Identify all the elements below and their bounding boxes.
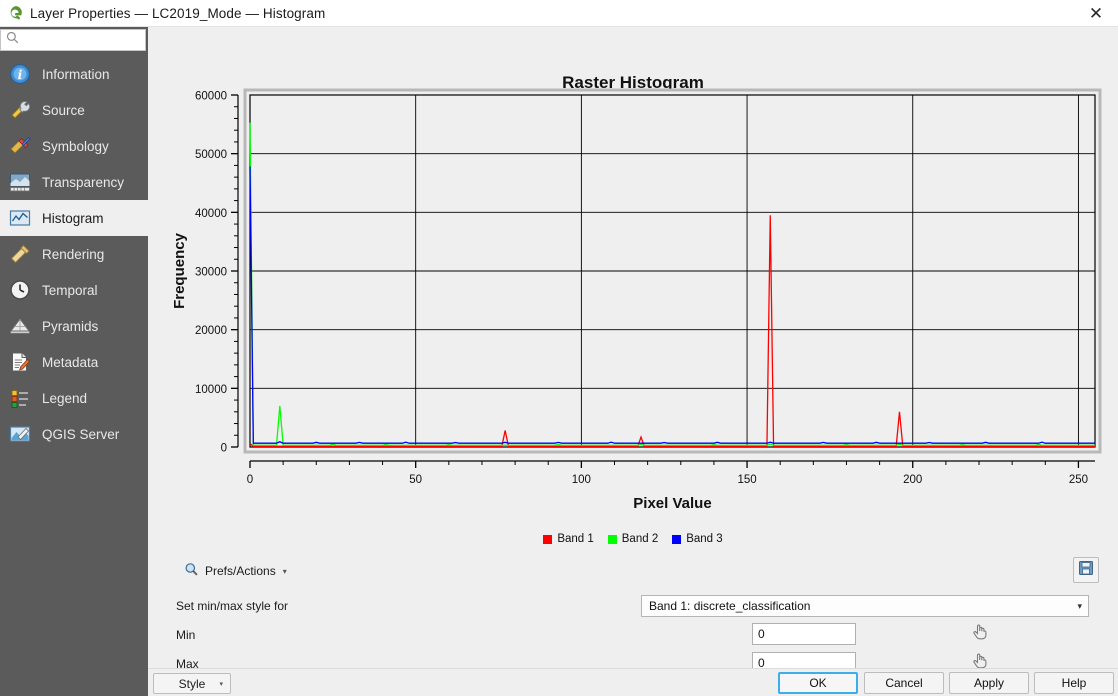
sidebar-item-label: Symbology bbox=[42, 138, 109, 154]
symbology-icon bbox=[8, 134, 32, 158]
legend-label: Band 2 bbox=[621, 533, 659, 545]
style-button-label: Style bbox=[178, 676, 206, 691]
sidebar-item-label: Information bbox=[42, 66, 110, 82]
svg-text:Frequency: Frequency bbox=[171, 232, 188, 309]
prefs-actions-label: Prefs/Actions bbox=[205, 564, 276, 578]
sidebar-item-pyramids[interactable]: Pyramids bbox=[0, 308, 148, 344]
save-floppy-icon bbox=[1078, 560, 1094, 581]
sidebar-search bbox=[0, 27, 148, 53]
min-label: Min bbox=[176, 628, 196, 642]
chevron-down-icon: ▾ bbox=[219, 680, 223, 688]
rendering-icon bbox=[8, 242, 32, 266]
sidebar-item-metadata[interactable]: Metadata bbox=[0, 344, 148, 380]
ok-button-label: OK bbox=[809, 676, 827, 690]
cancel-button-label: Cancel bbox=[885, 676, 923, 690]
help-button[interactable]: Help bbox=[1034, 672, 1114, 694]
title-bar: Layer Properties — LC2019_Mode — Histogr… bbox=[0, 0, 1118, 27]
legend-item-band-2: Band 2 bbox=[607, 533, 659, 545]
sidebar-item-label: QGIS Server bbox=[42, 426, 120, 442]
histogram-icon bbox=[8, 206, 32, 230]
svg-text:60000: 60000 bbox=[195, 91, 227, 103]
save-histogram-button[interactable] bbox=[1073, 557, 1099, 583]
help-button-label: Help bbox=[1061, 676, 1087, 690]
close-icon[interactable]: ✕ bbox=[1074, 0, 1118, 27]
qgis-logo-icon bbox=[7, 5, 23, 21]
legend-swatch bbox=[607, 534, 617, 544]
legend-swatch bbox=[672, 534, 682, 544]
sidebar-nav-list: i Information Source Symbology Transpare… bbox=[0, 56, 148, 452]
information-icon: i bbox=[8, 62, 32, 86]
legend-label: Band 1 bbox=[557, 533, 594, 545]
chevron-down-icon: ▾ bbox=[1077, 600, 1082, 611]
svg-text:0: 0 bbox=[221, 443, 227, 455]
sidebar-item-label: Histogram bbox=[42, 210, 104, 226]
apply-button-label: Apply bbox=[973, 676, 1005, 690]
temporal-icon bbox=[8, 278, 32, 302]
svg-text:i: i bbox=[18, 68, 23, 82]
sidebar-item-label: Legend bbox=[42, 390, 88, 406]
svg-text:250: 250 bbox=[1069, 474, 1088, 486]
band-select-value: Band 1: discrete_classification bbox=[649, 599, 811, 613]
sidebar-item-symbology[interactable]: Symbology bbox=[0, 128, 148, 164]
layer-properties-dialog: Layer Properties — LC2019_Mode — Histogr… bbox=[0, 0, 1118, 696]
sidebar-item-rendering[interactable]: Rendering bbox=[0, 236, 148, 272]
svg-text:30000: 30000 bbox=[195, 267, 227, 279]
pyramids-icon bbox=[8, 314, 32, 338]
svg-text:150: 150 bbox=[737, 474, 756, 486]
legend-item-band-1: Band 1 bbox=[543, 533, 594, 545]
legend-swatch bbox=[543, 534, 553, 544]
svg-text:20000: 20000 bbox=[195, 325, 227, 337]
svg-text:Pixel Value: Pixel Value bbox=[633, 495, 711, 512]
search-icon bbox=[6, 31, 19, 49]
search-box[interactable] bbox=[0, 29, 146, 51]
min-input[interactable] bbox=[752, 623, 856, 645]
sidebar-item-label: Temporal bbox=[42, 282, 98, 298]
sidebar-item-temporal[interactable]: Temporal bbox=[0, 272, 148, 308]
metadata-icon bbox=[8, 350, 32, 374]
prefs-actions-button[interactable]: Prefs/Actions ▾ bbox=[180, 559, 291, 583]
window-title: Layer Properties — LC2019_Mode — Histogr… bbox=[30, 5, 326, 21]
chart-legend: Band 1 Band 2 Band 3 bbox=[148, 533, 1118, 545]
sidebar-item-label: Transparency bbox=[42, 174, 125, 190]
sidebar-item-label: Source bbox=[42, 102, 85, 118]
sidebar-item-information[interactable]: i Information bbox=[0, 56, 148, 92]
svg-text:200: 200 bbox=[903, 474, 922, 486]
chevron-down-icon: ▾ bbox=[282, 566, 287, 576]
sidebar-item-qgis-server[interactable]: QGIS Server bbox=[0, 416, 148, 452]
sidebar-item-legend[interactable]: Legend bbox=[0, 380, 148, 416]
sidebar-item-label: Pyramids bbox=[42, 318, 99, 334]
svg-text:50: 50 bbox=[409, 474, 422, 486]
svg-text:10000: 10000 bbox=[195, 384, 227, 396]
legend-icon bbox=[8, 386, 32, 410]
histogram-plot[interactable]: 0 10000 20000 30000 40000 50000 60000 0 50 100 150… bbox=[148, 55, 1118, 525]
style-button[interactable]: Style ▾ bbox=[153, 673, 231, 694]
raster-histogram-chart: Raster Histogram 0 10000 20000 30000 40000 50… bbox=[148, 55, 1118, 550]
svg-text:0: 0 bbox=[247, 474, 253, 486]
sidebar: i Information Source Symbology Transpare… bbox=[0, 27, 148, 696]
sidebar-item-histogram[interactable]: Histogram bbox=[0, 200, 148, 236]
svg-text:50000: 50000 bbox=[195, 149, 227, 161]
svg-text:40000: 40000 bbox=[195, 208, 227, 220]
apply-button[interactable]: Apply bbox=[949, 672, 1029, 694]
cancel-button[interactable]: Cancel bbox=[864, 672, 944, 694]
search-input[interactable] bbox=[23, 32, 133, 48]
magnifier-prefs-icon bbox=[184, 562, 199, 580]
sidebar-item-transparency[interactable]: Transparency bbox=[0, 164, 148, 200]
min-picker-button[interactable] bbox=[968, 621, 992, 645]
svg-text:100: 100 bbox=[572, 474, 591, 486]
band-select[interactable]: Band 1: discrete_classification ▾ bbox=[641, 595, 1089, 617]
sidebar-item-source[interactable]: Source bbox=[0, 92, 148, 128]
sidebar-item-label: Rendering bbox=[42, 246, 105, 262]
ok-button[interactable]: OK bbox=[778, 672, 858, 694]
legend-item-band-3: Band 3 bbox=[672, 533, 723, 545]
pointer-hand-icon bbox=[971, 622, 989, 645]
minmax-style-label: Set min/max style for bbox=[176, 599, 289, 613]
transparency-icon bbox=[8, 170, 32, 194]
main-panel: Raster Histogram 0 10000 20000 30000 40000 50… bbox=[148, 27, 1118, 696]
dialog-button-bar: Style ▾ OK Cancel Apply Help bbox=[148, 668, 1118, 696]
sidebar-item-label: Metadata bbox=[42, 354, 99, 370]
legend-label: Band 3 bbox=[686, 533, 723, 545]
source-icon bbox=[8, 98, 32, 122]
qgis-server-icon bbox=[8, 422, 32, 446]
